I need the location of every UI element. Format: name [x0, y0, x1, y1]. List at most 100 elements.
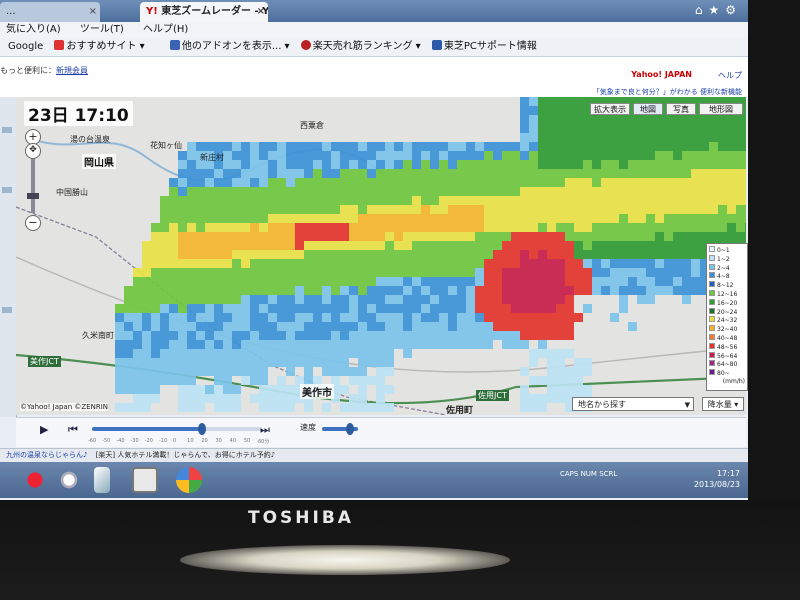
clock-gadget-icon[interactable]	[56, 467, 82, 493]
radar-cell	[673, 232, 682, 241]
radar-cell	[727, 124, 736, 133]
radar-cell	[493, 169, 502, 178]
windows-icon[interactable]	[176, 467, 202, 493]
radar-cell	[718, 196, 727, 205]
home-icon[interactable]: ⌂	[695, 3, 709, 17]
button-map[interactable]: 地図	[633, 103, 663, 115]
promo-link[interactable]: [楽天] 人気ホテル満載！じゃらんで、お得にホテル予約♪	[96, 451, 276, 459]
system-clock[interactable]: 17:17 2013/08/23	[694, 468, 740, 490]
radar-cell	[187, 151, 196, 160]
zoom-slider-handle[interactable]	[27, 193, 39, 199]
radar-cell	[322, 241, 331, 250]
close-icon[interactable]: ×	[257, 2, 265, 22]
radar-cell	[160, 223, 169, 232]
radar-cell	[520, 133, 529, 142]
yahoo-logo[interactable]: Yahoo! JAPAN	[631, 70, 692, 79]
radar-cell	[196, 340, 205, 349]
radar-cell	[151, 394, 160, 403]
radar-cell	[547, 223, 556, 232]
feature-caption[interactable]: 「気象まで良と何分？」がわかる 便利な新機能	[593, 87, 742, 97]
signup-link[interactable]: 新規会員	[56, 66, 88, 75]
radar-cell	[664, 160, 673, 169]
radar-cell	[367, 205, 376, 214]
zoom-slider-track[interactable]	[31, 159, 35, 213]
radar-cell	[349, 313, 358, 322]
sidebar-handle[interactable]	[2, 307, 12, 313]
sidebar-handle[interactable]	[2, 187, 12, 193]
radar-cell	[736, 205, 745, 214]
radar-cell	[331, 304, 340, 313]
bookmark-google[interactable]: Google	[8, 38, 43, 56]
skip-forward-icon[interactable]: ⏭	[260, 423, 270, 437]
radar-cell	[367, 178, 376, 187]
radar-cell	[277, 286, 286, 295]
radar-cell	[358, 340, 367, 349]
pen-icon[interactable]	[94, 467, 110, 493]
radar-cell	[358, 214, 367, 223]
radar-cell	[151, 358, 160, 367]
radar-map[interactable]	[16, 97, 746, 415]
taskbar: CAPS NUM SCRL 17:17 2013/08/23	[0, 462, 748, 498]
time-slider-thumb[interactable]	[198, 423, 207, 435]
radar-cell	[178, 241, 187, 250]
radar-cell	[358, 394, 367, 403]
radar-cell	[745, 115, 746, 124]
start-pin-icon[interactable]	[22, 467, 48, 493]
radar-map-canvas[interactable]	[16, 97, 746, 415]
favorites-star-icon[interactable]: ★	[708, 3, 725, 17]
radar-cell	[358, 196, 367, 205]
button-photo[interactable]: 写真	[666, 103, 696, 115]
bookmark-addons[interactable]: 他のアドオンを表示... ▾	[169, 38, 290, 56]
radar-cell	[610, 223, 619, 232]
button-enlarge[interactable]: 拡大表示	[590, 103, 630, 115]
radar-cell	[421, 196, 430, 205]
zoom-control[interactable]: + ✥ −	[24, 129, 42, 237]
left-sidebar[interactable]	[0, 97, 17, 417]
radar-cell	[655, 223, 664, 232]
zoom-out-icon[interactable]: −	[25, 215, 41, 231]
bookmark-recommended[interactable]: おすすめサイト ▾	[54, 38, 145, 56]
radar-cell	[556, 124, 565, 133]
radar-cell	[610, 178, 619, 187]
radar-cell	[628, 322, 637, 331]
radar-cell	[124, 349, 133, 358]
menu-favorites[interactable]: 気に入り(A)	[6, 24, 61, 35]
play-icon[interactable]: ▶	[40, 423, 48, 436]
radar-cell	[304, 214, 313, 223]
help-link[interactable]: ヘルプ	[718, 70, 742, 81]
radar-cell	[403, 295, 412, 304]
place-search-dropdown[interactable]: 地名から探す ▼	[572, 397, 694, 411]
close-icon[interactable]: ×	[89, 2, 97, 22]
radar-cell	[376, 385, 385, 394]
bookmark-label: 楽天売れ筋ランキング ▾	[312, 41, 421, 52]
precip-type-select[interactable]: 降水量 ▾	[702, 397, 744, 411]
radar-cell	[538, 277, 547, 286]
button-terrain[interactable]: 地形図	[699, 103, 743, 115]
tab-zoom-radar[interactable]: Y! 東芝ズームレーダー - Yah...×	[140, 2, 268, 22]
radar-cell	[394, 214, 403, 223]
radar-cell	[196, 385, 205, 394]
time-slider[interactable]	[92, 423, 262, 435]
radar-cell	[565, 367, 574, 376]
ad-link[interactable]: 九州の温泉ならじゃらん♪	[6, 451, 87, 459]
radar-cell	[529, 295, 538, 304]
radar-cell	[286, 223, 295, 232]
menu-tools[interactable]: ツール(T)	[80, 24, 124, 35]
tab-previous[interactable]: ... ×	[0, 2, 100, 22]
pan-icon[interactable]: ✥	[25, 143, 41, 159]
legend-swatch	[709, 254, 715, 261]
radar-cell	[241, 142, 250, 151]
bookmark-rakuten[interactable]: 楽天売れ筋ランキング ▾	[300, 38, 421, 56]
radar-cell	[646, 223, 655, 232]
bookmark-toshiba-support[interactable]: 東芝PCサポート情報	[431, 38, 537, 56]
radar-cell	[205, 394, 214, 403]
sidebar-handle[interactable]	[2, 127, 12, 133]
menu-help[interactable]: ヘルプ(H)	[143, 24, 188, 35]
settings-gear-icon[interactable]: ⚙	[725, 3, 742, 17]
radar-cell	[745, 205, 746, 214]
speed-slider-thumb[interactable]	[346, 423, 354, 435]
app-s-icon[interactable]	[132, 467, 158, 493]
skip-back-icon[interactable]: ⏮	[68, 423, 78, 437]
radar-cell	[403, 196, 412, 205]
radar-cell	[565, 187, 574, 196]
